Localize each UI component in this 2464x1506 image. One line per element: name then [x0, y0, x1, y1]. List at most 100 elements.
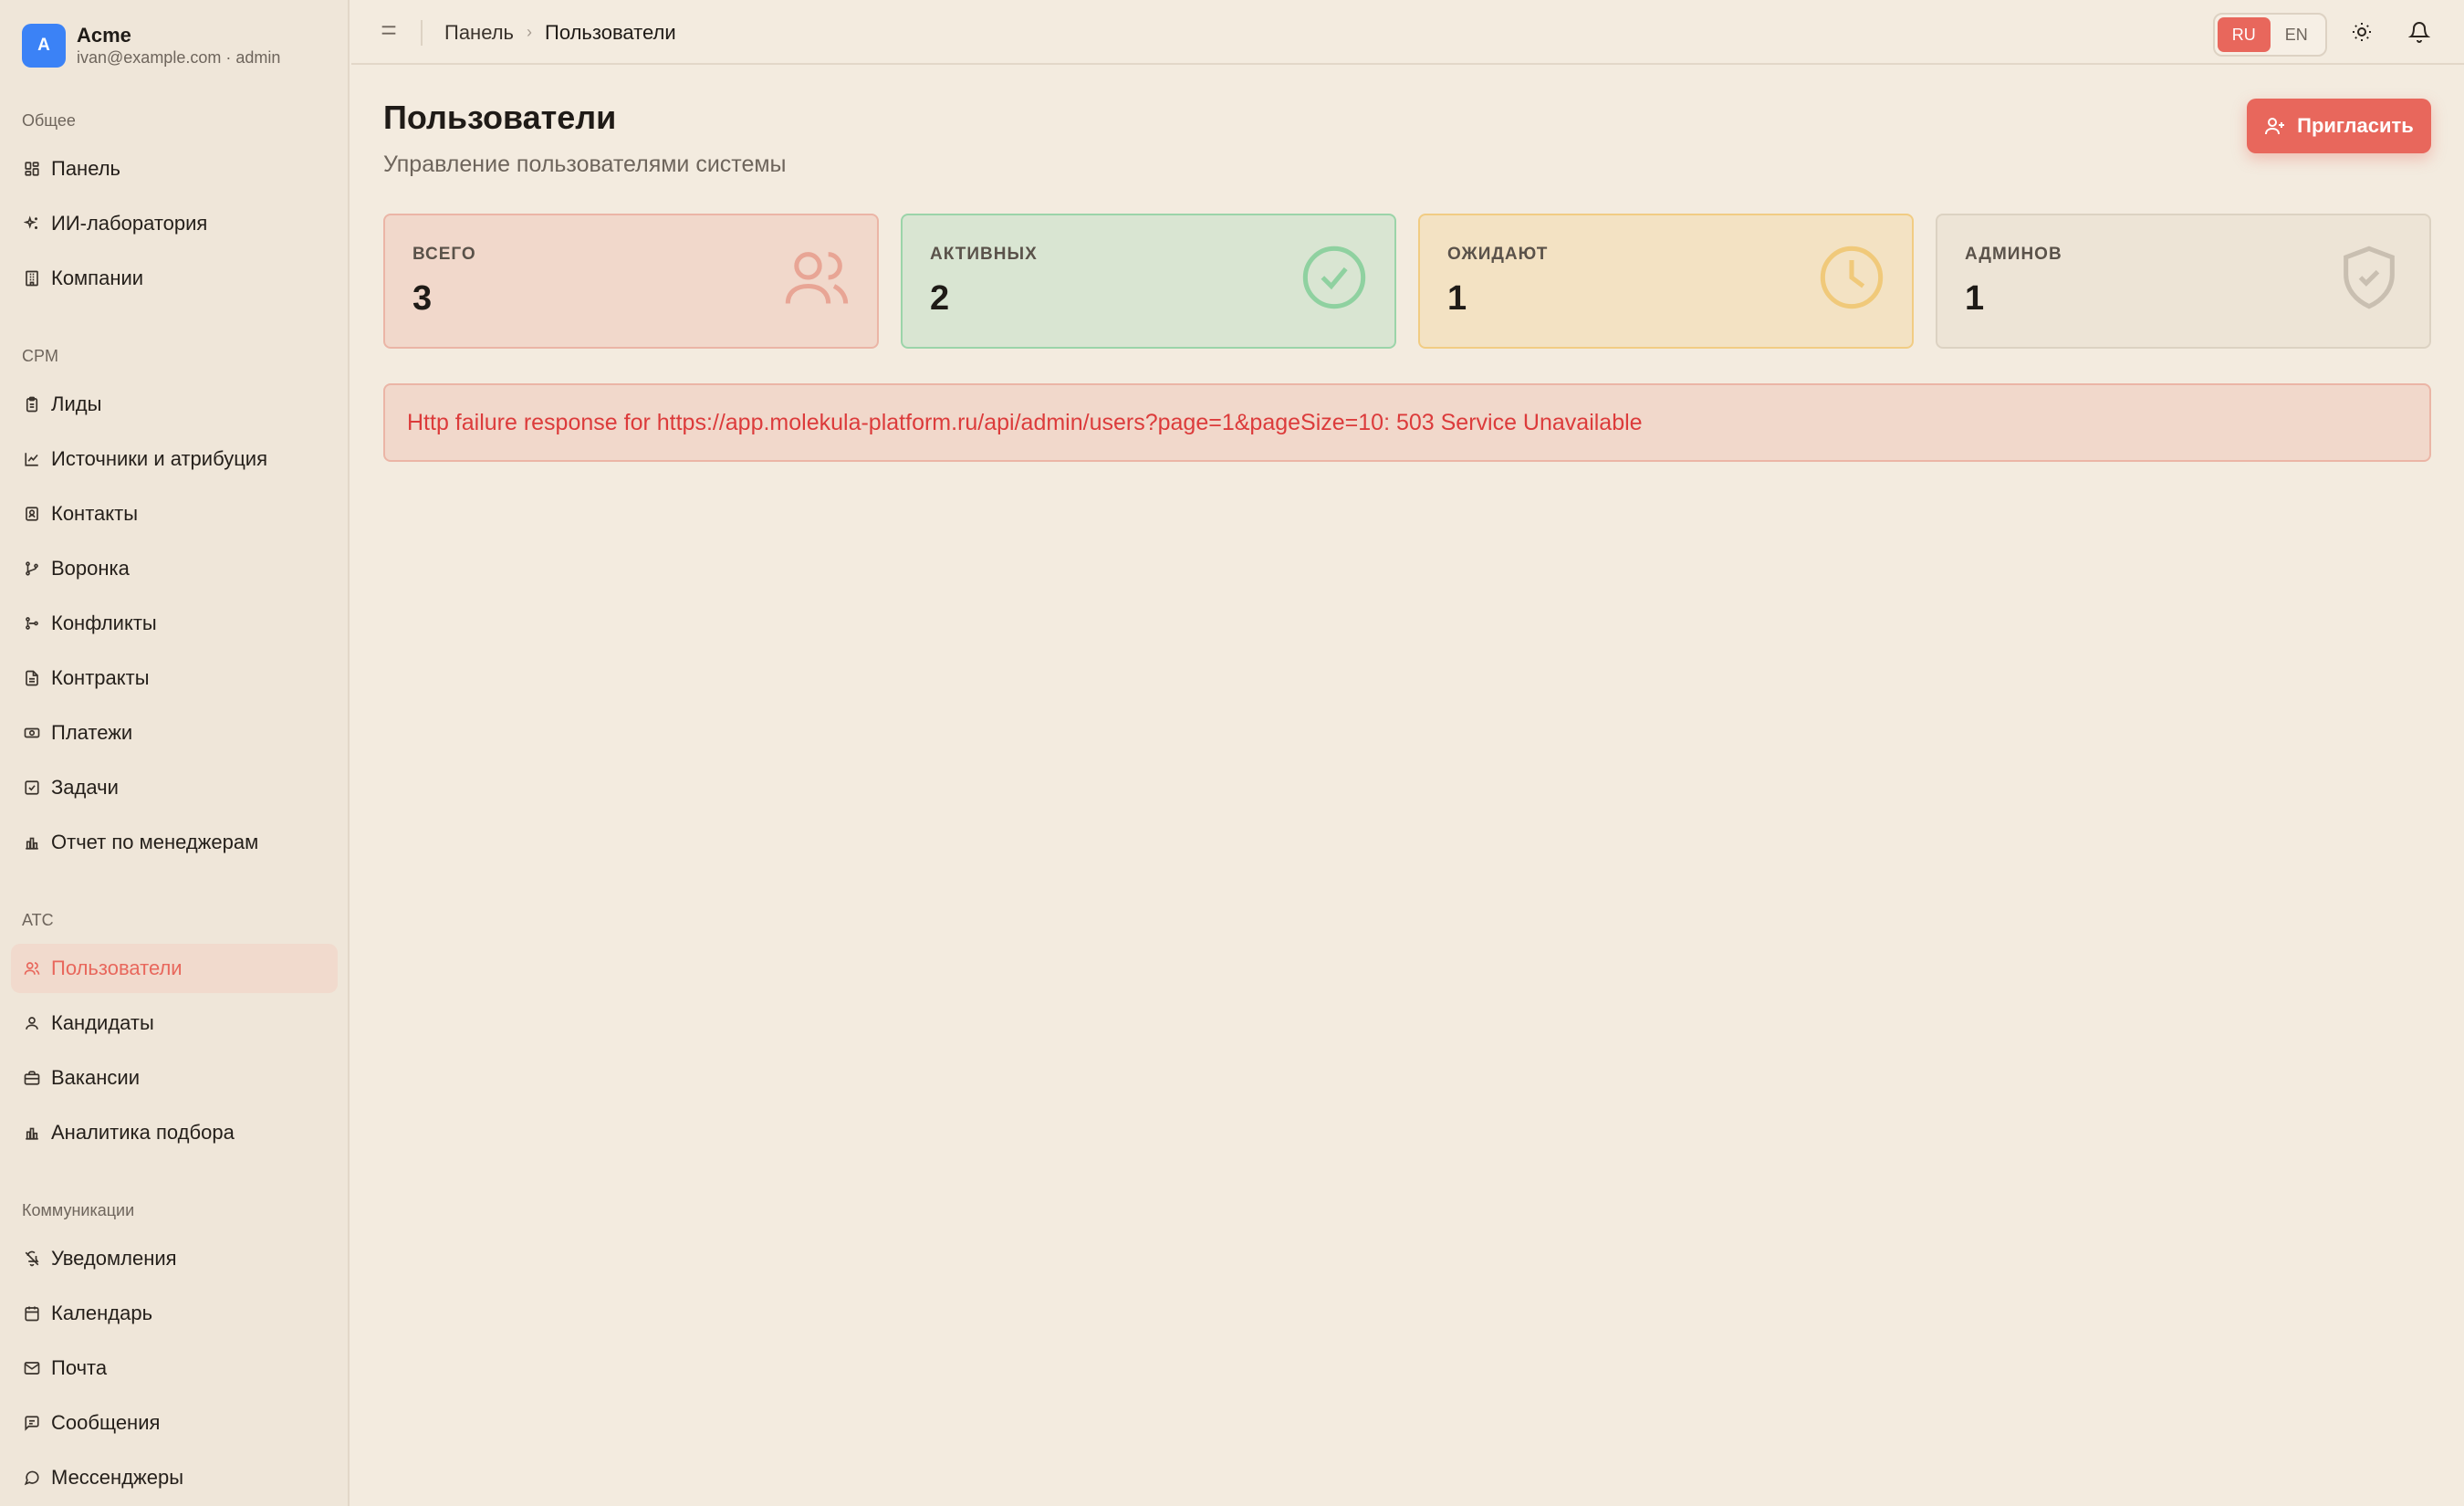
sidebar-item-label: Аналитика подбора	[51, 1121, 235, 1144]
sidebar-item-companies[interactable]: Компании	[11, 254, 338, 303]
sidebar-item-label: Сообщения	[51, 1411, 161, 1434]
sidebar-item-label: Источники и атрибуция	[51, 447, 267, 470]
user-email-role: ivan@example.com · admin	[77, 48, 281, 67]
message-square-icon	[24, 1415, 40, 1431]
sidebar-item-dashboard[interactable]: Панель	[11, 144, 338, 193]
breadcrumb-link-dashboard[interactable]: Панель	[444, 21, 514, 45]
stat-label: АКТИВНЫХ	[930, 245, 1038, 264]
users-icon	[24, 960, 40, 977]
error-message: Http failure response for https://app.mo…	[407, 409, 1643, 435]
page-subtitle: Управление пользователями системы	[383, 152, 787, 177]
bar-chart-icon	[24, 834, 40, 851]
sidebar-item-label: Конфликты	[51, 612, 157, 634]
stat-card-total: ВСЕГО 3	[383, 214, 879, 349]
sidebar-item-label: ИИ-лаборатория	[51, 212, 208, 235]
user-plus-icon	[2264, 115, 2286, 137]
sidebar-item-label: Воронка	[51, 557, 130, 580]
sidebar-item-label: Контакты	[51, 502, 139, 525]
sidebar-item-label: Кандидаты	[51, 1011, 154, 1034]
menu-icon	[379, 20, 399, 45]
file-text-icon	[24, 670, 40, 686]
sidebar-item-candidates[interactable]: Кандидаты	[11, 999, 338, 1048]
clock-icon	[1820, 246, 1884, 309]
topbar: Панель › Пользователи RU EN	[351, 0, 2464, 65]
sidebar-item-contacts[interactable]: Контакты	[11, 489, 338, 539]
stat-card-admins: АДМИНОВ 1	[1936, 214, 2431, 349]
breadcrumb: Панель › Пользователи	[444, 0, 676, 65]
invite-user-button[interactable]: Пригласить	[2247, 99, 2431, 153]
sidebar-item-tasks[interactable]: Задачи	[11, 763, 338, 812]
stat-value: 1	[1965, 279, 1985, 318]
sidebar-item-mail[interactable]: Почта	[11, 1344, 338, 1393]
sidebar-item-sources[interactable]: Источники и атрибуция	[11, 434, 338, 484]
nav-section-title: ATC	[22, 911, 54, 929]
building-icon	[24, 270, 40, 287]
sidebar-item-payments[interactable]: Платежи	[11, 708, 338, 758]
check-circle-icon	[1302, 246, 1366, 309]
sidebar-item-notifications[interactable]: Уведомления	[11, 1234, 338, 1283]
sidebar-item-label: Пользователи	[51, 957, 183, 979]
funnel-icon	[24, 560, 40, 577]
sidebar-item-users[interactable]: Пользователи	[11, 944, 338, 993]
calendar-icon	[24, 1305, 40, 1322]
stat-value: 1	[1447, 279, 1467, 318]
sidebar-item-manager-report[interactable]: Отчет по менеджерам	[11, 818, 338, 867]
sidebar-item-label: Календарь	[51, 1302, 153, 1324]
breadcrumb-current: Пользователи	[545, 20, 676, 44]
sidebar-item-label: Панель	[51, 157, 121, 180]
sidebar-item-contracts[interactable]: Контракты	[11, 654, 338, 703]
stat-label: АДМИНОВ	[1965, 245, 2062, 264]
mail-icon	[24, 1360, 40, 1376]
notifications-button[interactable]	[2404, 18, 2435, 49]
stat-card-active: АКТИВНЫХ 2	[901, 214, 1396, 349]
sidebar-item-label: Мессенджеры	[51, 1466, 184, 1489]
org-switcher[interactable]: A Acme ivan@example.com · admin	[22, 24, 280, 68]
briefcase-icon	[24, 1070, 40, 1086]
bell-off-icon	[24, 1250, 40, 1267]
language-switcher: RU EN	[2213, 13, 2327, 57]
org-avatar: A	[22, 24, 66, 68]
nav-section-title: Коммуникации	[22, 1201, 135, 1219]
lang-ru-button[interactable]: RU	[2218, 17, 2271, 52]
stat-label: ВСЕГО	[412, 245, 476, 264]
banknote-icon	[24, 725, 40, 741]
sidebar-item-label: Контракты	[51, 666, 150, 689]
sidebar-item-label: Платежи	[51, 721, 133, 744]
user-icon	[24, 1015, 40, 1031]
chevron-right-icon: ›	[527, 23, 533, 41]
sidebar-item-messengers[interactable]: Мессенджеры	[11, 1453, 338, 1502]
sidebar-item-label: Почта	[51, 1356, 108, 1379]
sidebar-item-ai-lab[interactable]: ИИ-лаборатория	[11, 199, 338, 248]
sidebar-item-messages[interactable]: Сообщения	[11, 1398, 338, 1448]
dashboard-icon	[24, 161, 40, 177]
sidebar-item-label: Отчет по менеджерам	[51, 831, 259, 853]
sidebar-item-label: Уведомления	[51, 1247, 177, 1270]
sidebar-item-label: Задачи	[51, 776, 119, 799]
stat-label: ОЖИДАЮТ	[1447, 245, 1549, 264]
bell-icon	[2407, 21, 2431, 47]
sidebar: A Acme ivan@example.com · admin Общее Па…	[0, 0, 350, 1506]
page-title: Пользователи	[383, 99, 617, 136]
sidebar-item-funnel[interactable]: Воронка	[11, 544, 338, 593]
sidebar-item-conflicts[interactable]: Конфликты	[11, 599, 338, 648]
sidebar-item-leads[interactable]: Лиды	[11, 380, 338, 429]
sidebar-item-label: Лиды	[51, 392, 102, 415]
nav-section-title: Общее	[22, 111, 76, 130]
sidebar-item-recruiting-analytics[interactable]: Аналитика подбора	[11, 1108, 338, 1157]
check-square-icon	[24, 779, 40, 796]
shield-check-icon	[2344, 246, 2395, 309]
topbar-divider	[421, 20, 423, 46]
line-chart-icon	[24, 451, 40, 467]
sparkles-icon	[24, 215, 40, 232]
theme-toggle-button[interactable]	[2346, 18, 2377, 49]
sidebar-toggle-button[interactable]	[377, 20, 401, 44]
org-name: Acme	[77, 24, 131, 47]
bar-chart-icon	[24, 1124, 40, 1141]
clipboard-icon	[24, 396, 40, 413]
sidebar-item-label: Компании	[51, 267, 144, 289]
sidebar-item-vacancies[interactable]: Вакансии	[11, 1053, 338, 1103]
lang-en-button[interactable]: EN	[2271, 17, 2323, 52]
sidebar-item-calendar[interactable]: Календарь	[11, 1289, 338, 1338]
git-branch-icon	[24, 615, 40, 632]
contact-icon	[24, 506, 40, 522]
